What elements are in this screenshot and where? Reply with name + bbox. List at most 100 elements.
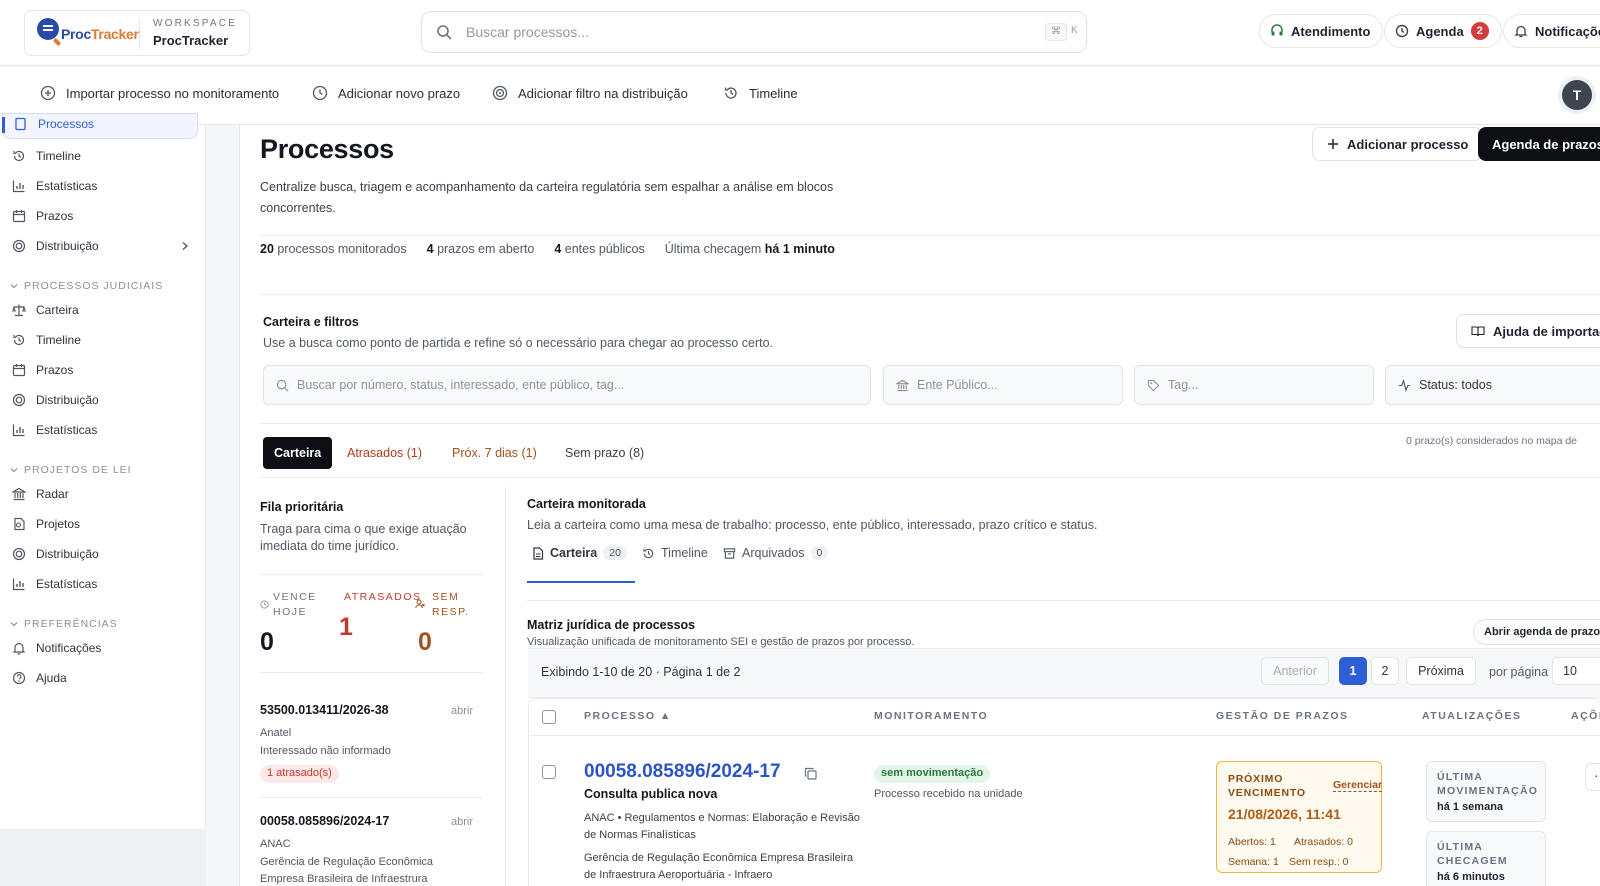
sidebar-item-distribuicao[interactable]: Distribuição (12, 239, 99, 253)
row-checkbox[interactable] (542, 765, 556, 779)
notifications-button[interactable]: Notificações (1503, 14, 1600, 48)
calendar-clock-icon (12, 209, 26, 223)
per-page-select[interactable]: 10 (1552, 657, 1600, 685)
tab-proximos-7-dias[interactable]: Próx. 7 dias (1) (441, 437, 548, 469)
kpi-due-today-value: 0 (260, 628, 274, 656)
sidebar-item-processos[interactable]: Processos (14, 117, 94, 131)
tab-sem-prazo[interactable]: Sem prazo (8) (554, 437, 655, 469)
stat-label: Última checagem (664, 242, 762, 256)
history-icon (12, 149, 26, 163)
pagination-summary: Exibindo 1-10 de 20 · Página 1 de 2 (541, 665, 741, 679)
add-filter-action[interactable]: Adicionar filtro na distribuição (492, 85, 688, 101)
kpi-late-label: ATRASADOS (344, 591, 422, 603)
sidebar-section-title: PREFERÊNCIAS (24, 618, 118, 630)
sidebar-item-label: Estatísticas (36, 577, 98, 591)
stat-value: 4 (426, 242, 434, 256)
tab-carteira[interactable]: Carteira (263, 437, 333, 469)
chevron-down-icon (10, 466, 18, 474)
public-entity-filter[interactable]: Ente Público... (883, 365, 1123, 405)
sidebar-item-label: Estatísticas (36, 179, 98, 193)
user-avatar[interactable]: T (1562, 80, 1592, 110)
sidebar-section-preferencias[interactable]: PREFERÊNCIAS (10, 618, 118, 630)
sidebar-item-estatisticas[interactable]: Estatísticas (12, 577, 97, 591)
page-description: Centralize busca, triagem e acompanhamen… (260, 180, 834, 215)
tag-filter[interactable]: Tag... (1134, 365, 1374, 405)
sidebar-item-projetos[interactable]: Projetos (12, 517, 80, 531)
agenda-button[interactable]: Agenda 2 (1384, 14, 1502, 48)
search-placeholder: Buscar processos... (466, 24, 589, 40)
sidebar-item-estatisticas[interactable]: Estatísticas (12, 423, 97, 437)
deadline-agenda-button[interactable]: Agenda de prazos (1478, 127, 1600, 161)
sidebar-item-prazos[interactable]: Prazos (12, 363, 73, 377)
queue-item-open-link[interactable]: abrir (451, 816, 473, 828)
open-deadline-agenda-button[interactable]: Abrir agenda de prazos (1473, 619, 1600, 645)
kpi-no-responsible-label: SEM RESP. (432, 591, 470, 618)
sidebar-section-projetos-de-lei[interactable]: PROJETOS DE LEI (10, 464, 132, 476)
next-deadline-card: PRÓXIMO VENCIMENTO Gerenciar 21/08/2026,… (1216, 761, 1383, 873)
support-button[interactable]: Atendimento (1259, 14, 1384, 48)
row-actions-menu-button[interactable]: ··· (1585, 763, 1600, 791)
process-number-link[interactable]: 00058.085896/2024-17 (584, 761, 781, 783)
scale-icon (12, 303, 26, 317)
chevron-down-icon (10, 282, 18, 290)
late-count-badge: 1 atrasado(s) (260, 765, 339, 783)
matrix-title: Matriz jurídica de processos (527, 618, 696, 632)
workspace-switcher[interactable]: ProcTracker WORKSPACE ProcTracker (24, 10, 250, 56)
sidebar-item-distribuicao[interactable]: Distribuição (12, 393, 99, 407)
portfolio-search-input[interactable]: Buscar por número, status, interessado, … (263, 365, 871, 405)
queue-item-interested: Gerência de Regulação Econômica (260, 856, 434, 868)
portfolio-stats: 20 processos monitorados 4 prazos em abe… (260, 242, 835, 256)
document-search-icon (12, 517, 26, 531)
page-2-button[interactable]: 2 (1371, 657, 1399, 685)
subtab-arquivados[interactable]: Arquivados 0 (723, 546, 829, 560)
timeline-action[interactable]: Timeline (723, 85, 798, 101)
last-movement-value: há 1 semana (1437, 801, 1504, 813)
kpi-due-today-label: VENCE HOJE (273, 591, 317, 618)
sidebar-item-timeline[interactable]: Timeline (12, 333, 81, 347)
sidebar-item-prazos[interactable]: Prazos (12, 209, 73, 223)
sidebar-item-label: Distribuição (36, 239, 99, 253)
sidebar-item-ajuda[interactable]: Ajuda (12, 671, 67, 685)
import-help-button[interactable]: Ajuda de importação (1456, 314, 1600, 348)
manage-deadline-link[interactable]: Gerenciar (1333, 779, 1383, 792)
status-filter[interactable]: Status: todos (1385, 365, 1600, 405)
sidebar-item-label: Notificações (36, 641, 102, 655)
target-icon (12, 239, 26, 253)
select-all-checkbox[interactable] (542, 710, 556, 724)
file-search-icon (14, 117, 28, 131)
sidebar-item-timeline[interactable]: Timeline (12, 149, 81, 163)
page-1-button[interactable]: 1 (1339, 657, 1367, 685)
institution-icon (12, 487, 26, 501)
column-header-process[interactable]: PROCESSO ▲ (584, 710, 672, 722)
subtab-timeline[interactable]: Timeline (642, 546, 708, 560)
process-name: Consulta publica nova (584, 787, 718, 801)
add-deadline-action[interactable]: Adicionar novo prazo (312, 85, 460, 101)
sidebar-item-radar[interactable]: Radar (12, 487, 69, 501)
tab-atrasados[interactable]: Atrasados (1) (336, 437, 433, 469)
stat-label: processos monitorados (277, 242, 407, 256)
queue-item-open-link[interactable]: abrir (451, 705, 473, 717)
add-process-button[interactable]: Adicionar processo (1312, 127, 1484, 161)
sidebar-section-processos-judiciais[interactable]: PROCESSOS JUDICIAIS (10, 280, 163, 292)
sidebar: Processos Timeline Estatísticas Prazos D… (0, 113, 206, 829)
copy-icon[interactable] (804, 767, 817, 780)
previous-page-button[interactable]: Anterior (1261, 657, 1329, 685)
import-process-action[interactable]: Importar processo no monitoramento (40, 85, 279, 101)
chevron-right-icon[interactable] (180, 241, 190, 251)
page-title: Processos (260, 134, 394, 164)
sidebar-item-distribuicao[interactable]: Distribuição (12, 547, 99, 561)
shortcut-key: K (1071, 25, 1078, 36)
sidebar-item-label: Radar (36, 487, 69, 501)
sidebar-item-carteira[interactable]: Carteira (12, 303, 79, 317)
quick-actions-bar: Importar processo no monitoramento Adici… (0, 67, 1600, 125)
sidebar-item-label: Prazos (36, 209, 74, 223)
divider (527, 600, 1600, 601)
sidebar-item-notificacoes[interactable]: Notificações (12, 641, 101, 655)
stat-public-entities: 4 entes públicos (554, 242, 644, 256)
subtab-carteira[interactable]: Carteira 20 (532, 546, 627, 560)
global-search[interactable]: Buscar processos... ⌘ K (421, 11, 1087, 53)
history-icon (723, 85, 739, 101)
sidebar-item-estatisticas[interactable]: Estatísticas (12, 179, 97, 193)
next-page-button[interactable]: Próxima (1406, 657, 1476, 685)
column-header-updates: ATUALIZAÇÕES (1422, 710, 1522, 722)
